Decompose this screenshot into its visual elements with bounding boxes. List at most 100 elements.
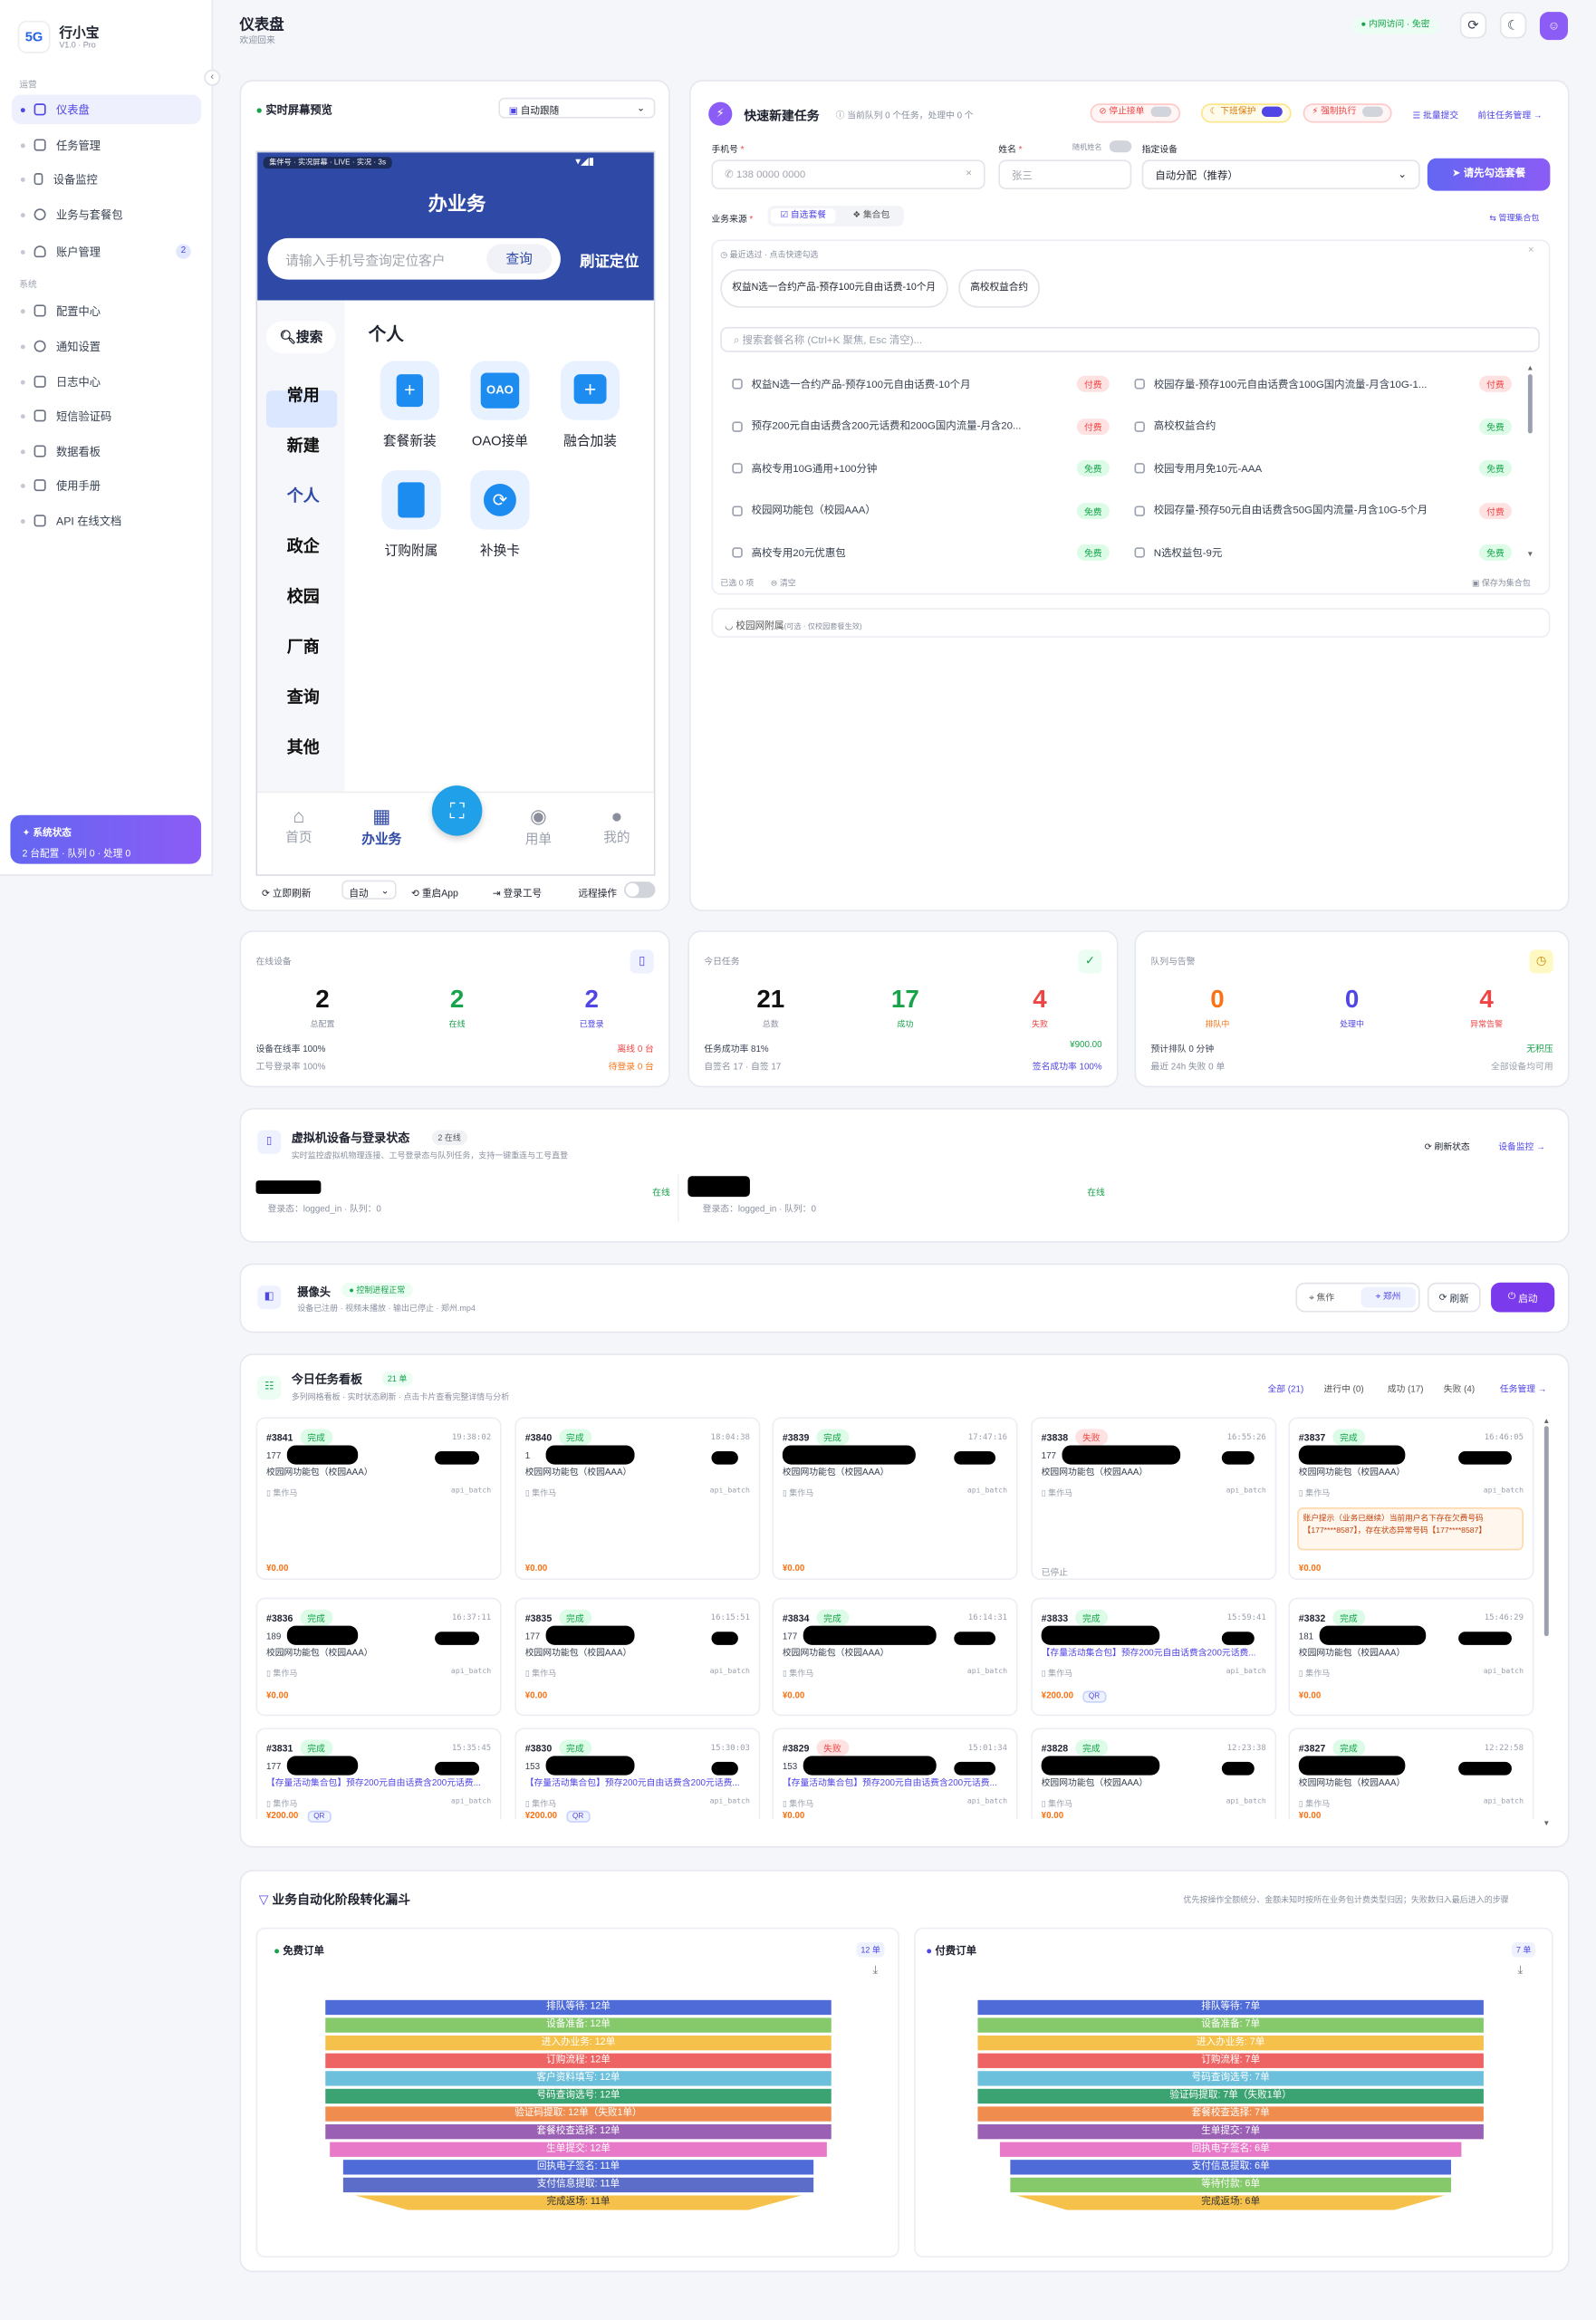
app-tile-bundle[interactable]: + 融合加装 — [558, 361, 623, 449]
location-jiaozuo[interactable]: ⌖ 焦作 — [1309, 1290, 1334, 1304]
funnel-stage[interactable]: 等待付款: 6单 — [1010, 2177, 1451, 2193]
task-tile[interactable]: #3838 失败 16:55:26 177 校园网功能包（校园AAA） ▯ 集作… — [1031, 1417, 1277, 1581]
device-select[interactable]: 自动分配（推荐） ⌄ — [1141, 159, 1420, 190]
sidebar-item-accounts[interactable]: 账户管理 2 — [12, 236, 201, 266]
funnel-stage[interactable]: 排队等待: 7单 — [977, 1999, 1484, 2016]
vm-device-card[interactable]: 在线 登录态：logged_in · 队列：0 — [253, 1174, 679, 1222]
task-tile[interactable]: #3836 完成 16:37:11 189 校园网功能包（校园AAA） ▯ 集作… — [255, 1597, 502, 1717]
clear-selection-button[interactable]: ⊖ 清空 — [771, 577, 796, 589]
filter-success[interactable]: 成功 (17) — [1388, 1381, 1424, 1395]
funnel-stage[interactable]: 完成返场: 6单 — [1015, 2195, 1446, 2210]
download-icon[interactable]: ⤓ — [872, 1963, 878, 1978]
batch-submit-link[interactable]: ☰ 批量提交 — [1413, 108, 1459, 121]
checkbox[interactable] — [1134, 463, 1145, 474]
close-recent-icon[interactable]: × — [1528, 245, 1534, 255]
funnel-stage[interactable]: 进入办业务: 7单 — [977, 2036, 1484, 2051]
menu-item-active[interactable]: 个人 — [287, 484, 320, 507]
manage-bundle-link[interactable]: ⇆ 管理集合包 — [1489, 212, 1539, 224]
package-search-input[interactable]: ⌕ 搜索套餐名称 (Ctrl+K 聚焦, Esc 清空)... — [720, 326, 1540, 352]
package-option[interactable]: 权益N选一合约产品-预存100元自由话费-10个月 付费 — [732, 375, 1110, 392]
force-exec-control[interactable]: ⚡ 强制执行 — [1303, 103, 1392, 123]
package-option[interactable]: 校园专用月免10元-AAA 免费 — [1134, 459, 1512, 477]
checkbox[interactable] — [732, 420, 743, 432]
funnel-stage[interactable]: 支付信息提取: 11单 — [342, 2177, 814, 2193]
funnel-stage[interactable]: 生单提交: 12单 — [330, 2142, 827, 2157]
package-option[interactable]: 高校权益合约 免费 — [1134, 418, 1512, 435]
board-manage-link[interactable]: 任务管理 → — [1500, 1381, 1547, 1395]
mode-select[interactable]: 自动 ⌄ — [341, 880, 397, 900]
login-button[interactable]: ⇥ 登录工号 — [493, 885, 542, 899]
funnel-stage[interactable]: 设备准备: 12单 — [325, 2017, 832, 2033]
filter-failed[interactable]: 失败 (4) — [1444, 1381, 1475, 1395]
funnel-stage[interactable]: 客户资料填写: 12单 — [325, 2071, 832, 2086]
refresh-icon-button[interactable]: ⟳ — [1459, 12, 1487, 39]
checkbox[interactable] — [1134, 420, 1145, 432]
funnel-stage[interactable]: 验证码提取: 7单（失败1单） — [977, 2088, 1484, 2104]
system-status-card[interactable]: ✦ 系统状态 2 台配置 · 队列 0 · 处理 0 — [10, 814, 202, 864]
sidebar-item-packages[interactable]: 业务与套餐包 — [12, 199, 201, 229]
download-icon[interactable]: ⤓ — [1517, 1963, 1523, 1978]
task-tile[interactable]: #3840 完成 18:04:38 1 校园网功能包（校园AAA） ▯ 集作马 a… — [514, 1417, 761, 1581]
tab-mine[interactable]: ● 我的 — [594, 804, 639, 846]
tab-home[interactable]: ⌂ 首页 — [276, 804, 321, 846]
funnel-stage[interactable]: 套餐校查选择: 7单 — [977, 2106, 1484, 2122]
refresh-now-button[interactable]: ⟳ 立即刷新 — [262, 885, 311, 899]
app-tile-oao[interactable]: OAO OAO接单 — [467, 361, 533, 449]
phone-screen[interactable]: 集伴号 · 实况屏幕 · LIVE · 实况 · 3s ▾◢▮ 办业务 请输入手… — [255, 150, 656, 876]
camera-start-button[interactable]: ⏻ 启动 — [1491, 1282, 1555, 1313]
funnel-stage[interactable]: 完成返场: 11单 — [354, 2195, 803, 2210]
menu-item[interactable]: 查询 — [287, 685, 320, 708]
checkbox[interactable] — [732, 379, 743, 390]
funnel-stage[interactable]: 支付信息提取: 6单 — [1010, 2160, 1451, 2175]
save-bundle-button[interactable]: ▣ 保存为集合包 — [1472, 577, 1531, 589]
phone-input[interactable]: ✆ 138 0000 0000 × — [711, 159, 985, 190]
vm-monitor-link[interactable]: 设备监控 → — [1498, 1139, 1545, 1152]
task-tile[interactable]: #3831 完成 15:35:45 177 【存量活动集合包】预存200元自由话… — [255, 1728, 502, 1823]
clear-icon[interactable]: × — [966, 168, 972, 178]
sidebar-item-dashboard[interactable]: 仪表盘 — [12, 94, 202, 125]
package-option[interactable]: 校园存量-预存50元自由话费含50G国内流量-月含10G-5个月 付费 — [1134, 502, 1512, 519]
qr-badge[interactable]: QR — [1082, 1690, 1106, 1703]
collapse-sidebar-button[interactable]: ‹ — [204, 69, 221, 86]
task-tile[interactable]: #3828 完成 12:23:38 校园网功能包（校园AAA） ▯ 集作马 api… — [1031, 1728, 1277, 1821]
filter-all[interactable]: 全部 (21) — [1267, 1381, 1303, 1395]
funnel-stage[interactable]: 回执电子签名: 6单 — [999, 2142, 1462, 2157]
phone-search-side[interactable]: 🔍︎搜索 — [265, 321, 336, 354]
package-option[interactable]: 高校专用10G通用+100分钟 免费 — [732, 459, 1110, 477]
sidebar-item-sms[interactable]: 短信验证码 — [12, 401, 201, 431]
remote-toggle[interactable] — [624, 881, 656, 899]
vm-refresh-button[interactable]: ⟳ 刷新状态 — [1425, 1139, 1470, 1152]
sleep-toggle[interactable] — [1262, 106, 1283, 117]
checkbox[interactable] — [732, 463, 743, 474]
sidebar-item-config[interactable]: 配置中心 — [12, 296, 201, 326]
menu-item[interactable]: 常用 — [287, 383, 320, 407]
tab-business[interactable]: ▦ 办业务 — [352, 804, 411, 847]
checkbox[interactable] — [1134, 379, 1145, 390]
package-option[interactable]: 校园存量-预存100元自由话费含100G国内流量-月含10G-1... 付费 — [1134, 375, 1512, 392]
campus-attach-panel[interactable]: ◡ 校园网附属(可选 · 仅校园套餐生效) — [711, 608, 1551, 638]
scroll-up-icon[interactable]: ▲ — [1543, 1417, 1550, 1426]
funnel-stage[interactable]: 号码查询选号: 7单 — [977, 2071, 1484, 2086]
force-toggle[interactable] — [1361, 106, 1383, 117]
sidebar-item-manual[interactable]: 使用手册 — [12, 470, 201, 500]
funnel-stage[interactable]: 生单提交: 7单 — [977, 2123, 1484, 2140]
restart-app-button[interactable]: ⟲ 重启App — [411, 885, 458, 899]
follow-select[interactable]: ▣ 自动跟随 ⌄ — [498, 97, 656, 119]
tab-orders[interactable]: ◉ 用单 — [516, 804, 561, 847]
sidebar-item-notify[interactable]: 通知设置 — [12, 332, 201, 361]
random-name-toggle[interactable] — [1109, 140, 1132, 153]
funnel-stage[interactable]: 设备准备: 7单 — [977, 2017, 1484, 2033]
sidebar-item-devices[interactable]: 设备监控 — [12, 164, 201, 194]
tab-bundle[interactable]: ❖ 集合包 — [841, 208, 900, 223]
submit-button[interactable]: ➤ 请先勾选套餐 — [1427, 158, 1551, 191]
menu-item[interactable]: 其他 — [287, 736, 320, 759]
tab-custom-package[interactable]: ☑ 自选套餐 — [770, 208, 836, 224]
board-scrollbar[interactable] — [1543, 1426, 1549, 1637]
filter-running[interactable]: 进行中 (0) — [1324, 1381, 1364, 1395]
app-tile-replace-sim[interactable]: ⟳ 补换卡 — [467, 470, 533, 559]
task-tile[interactable]: #3833 完成 15:59:41 【存量活动集合包】预存200元自由话费含20… — [1031, 1597, 1277, 1717]
checkbox[interactable] — [1134, 505, 1145, 516]
vm-device-card[interactable]: 在线 登录态：logged_in · 队列：0 — [687, 1175, 1113, 1222]
task-tile[interactable]: #3839 完成 17:47:16 校园网功能包（校园AAA） ▯ 集作马 api… — [772, 1417, 1018, 1581]
package-option[interactable]: N选权益包-9元 免费 — [1134, 544, 1512, 561]
